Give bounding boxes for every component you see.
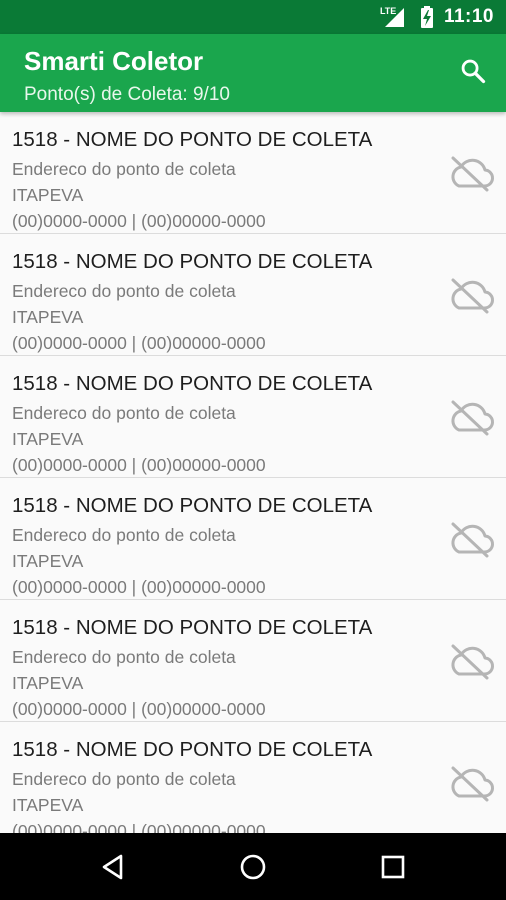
battery-charging-icon [420, 6, 434, 28]
cloud-off-icon[interactable] [446, 275, 496, 315]
recents-button[interactable] [372, 846, 414, 888]
item-phones: (00)0000-0000 | (00)00000-0000 [12, 699, 266, 719]
item-phones: (00)0000-0000 | (00)00000-0000 [12, 821, 266, 833]
item-city: ITAPEVA [12, 429, 84, 449]
item-city: ITAPEVA [12, 551, 84, 571]
item-title: 1518 - NOME DO PONTO DE COLETA [12, 494, 373, 517]
home-button[interactable] [232, 846, 274, 888]
app-bar: Smarti Coletor Ponto(s) de Coleta: 9/10 [0, 34, 506, 112]
app-subtitle: Ponto(s) de Coleta: 9/10 [24, 84, 230, 105]
item-address: Endereco do ponto de coleta [12, 525, 236, 545]
item-title: 1518 - NOME DO PONTO DE COLETA [12, 372, 373, 395]
item-city: ITAPEVA [12, 307, 84, 327]
cloud-off-icon[interactable] [446, 519, 496, 559]
item-address: Endereco do ponto de coleta [12, 403, 236, 423]
lte-signal-icon: LTE [380, 6, 406, 28]
status-icons: LTE 11:10 [380, 0, 494, 34]
navigation-bar [0, 833, 506, 900]
cloud-off-icon[interactable] [446, 397, 496, 437]
recents-icon [381, 855, 405, 879]
status-clock: 11:10 [443, 6, 494, 27]
list-item[interactable]: 1518 - NOME DO PONTO DE COLETA Endereco … [0, 356, 506, 478]
item-title: 1518 - NOME DO PONTO DE COLETA [12, 738, 373, 761]
search-button[interactable] [456, 56, 490, 90]
item-city: ITAPEVA [12, 185, 84, 205]
status-bar: LTE 11:10 [0, 0, 506, 34]
item-address: Endereco do ponto de coleta [12, 769, 236, 789]
item-address: Endereco do ponto de coleta [12, 159, 236, 179]
item-title: 1518 - NOME DO PONTO DE COLETA [12, 250, 373, 273]
cloud-off-icon[interactable] [446, 641, 496, 681]
list-item[interactable]: 1518 - NOME DO PONTO DE COLETA Endereco … [0, 722, 506, 833]
list-item[interactable]: 1518 - NOME DO PONTO DE COLETA Endereco … [0, 112, 506, 234]
back-button[interactable] [92, 846, 134, 888]
list-item[interactable]: 1518 - NOME DO PONTO DE COLETA Endereco … [0, 234, 506, 356]
item-title: 1518 - NOME DO PONTO DE COLETA [12, 616, 373, 639]
cloud-off-icon[interactable] [446, 153, 496, 193]
item-address: Endereco do ponto de coleta [12, 281, 236, 301]
app-title: Smarti Coletor [24, 46, 204, 76]
item-phones: (00)0000-0000 | (00)00000-0000 [12, 211, 266, 231]
item-address: Endereco do ponto de coleta [12, 647, 236, 667]
item-title: 1518 - NOME DO PONTO DE COLETA [12, 128, 373, 151]
list-item[interactable]: 1518 - NOME DO PONTO DE COLETA Endereco … [0, 478, 506, 600]
back-icon [102, 854, 123, 880]
collection-points-list[interactable]: 1518 - NOME DO PONTO DE COLETA Endereco … [0, 112, 506, 833]
search-icon [459, 57, 487, 90]
item-phones: (00)0000-0000 | (00)00000-0000 [12, 577, 266, 597]
home-icon [240, 854, 266, 880]
cloud-off-icon[interactable] [446, 763, 496, 803]
item-city: ITAPEVA [12, 795, 84, 815]
item-phones: (00)0000-0000 | (00)00000-0000 [12, 455, 266, 475]
item-phones: (00)0000-0000 | (00)00000-0000 [12, 333, 266, 353]
item-city: ITAPEVA [12, 673, 84, 693]
network-type-label: LTE [379, 6, 397, 16]
list-item[interactable]: 1518 - NOME DO PONTO DE COLETA Endereco … [0, 600, 506, 722]
